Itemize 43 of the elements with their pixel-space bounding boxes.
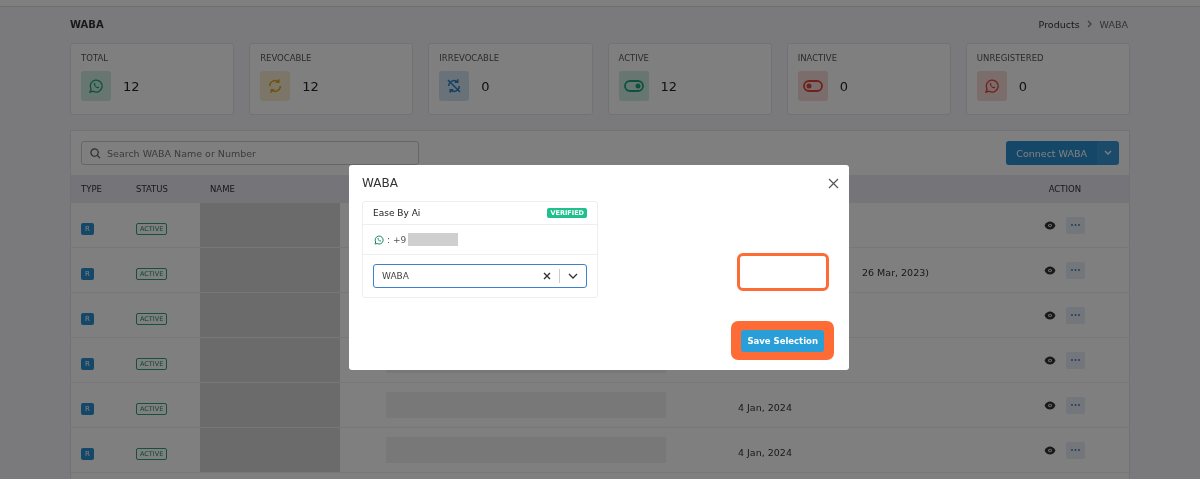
date-text: 4 Jan, 2024 [737, 401, 792, 413]
redacted-number-block [408, 233, 459, 246]
clear-icon[interactable] [543, 272, 551, 280]
chevron-down-icon[interactable] [568, 273, 578, 279]
stat-label: UNREGISTERED [976, 53, 1045, 63]
page-title: WABA [70, 18, 104, 30]
stat-label: TOTAL [81, 53, 109, 63]
date-text: 4 Jan, 2024 [737, 446, 792, 458]
column-header: STATUS [136, 184, 169, 194]
stat-value: 12 [302, 78, 319, 94]
modal-title: WABA [362, 176, 398, 190]
eye-icon[interactable] [1044, 355, 1056, 365]
chevron-down-icon [1104, 150, 1112, 156]
stat-value: 0 [481, 78, 490, 94]
close-icon [828, 177, 839, 189]
eye-icon[interactable] [1044, 310, 1056, 320]
stat-value: 0 [839, 78, 848, 94]
stat-value: 12 [660, 78, 678, 94]
whatsapp-icon [373, 233, 385, 246]
column-header: TYPE [81, 184, 103, 194]
account-name: Ease By Ai [373, 208, 421, 218]
eye-icon[interactable] [1044, 265, 1056, 275]
stat-label: IRREVOCABLE [439, 53, 501, 63]
phone-number: : +9 [387, 234, 407, 245]
breadcrumb-item: WABA [1099, 18, 1128, 30]
date-text: 26 Mar, 2023) [861, 266, 929, 278]
eye-icon[interactable] [1044, 400, 1056, 410]
column-header: ACTION [1048, 184, 1082, 194]
search-field[interactable]: Search WABA Name or Number [81, 141, 419, 165]
eye-icon[interactable] [1044, 220, 1056, 230]
stat-value: 12 [123, 78, 140, 94]
stat-value: 0 [1018, 78, 1028, 94]
stat-label: ACTIVE [618, 53, 650, 63]
close-button[interactable] [828, 177, 839, 189]
save-selection-button[interactable]: Save Selection [741, 330, 824, 352]
stat-label: INACTIVE [797, 53, 838, 63]
column-header: NAME [210, 184, 236, 194]
chevron-icon [1086, 20, 1093, 28]
connect-button[interactable]: Connect WABA [1006, 141, 1097, 165]
stat-label: REVOCABLE [260, 53, 313, 63]
waba-select[interactable]: WABA [373, 264, 587, 288]
breadcrumb-item[interactable]: Products [1038, 18, 1080, 30]
eye-icon[interactable] [1044, 445, 1056, 455]
